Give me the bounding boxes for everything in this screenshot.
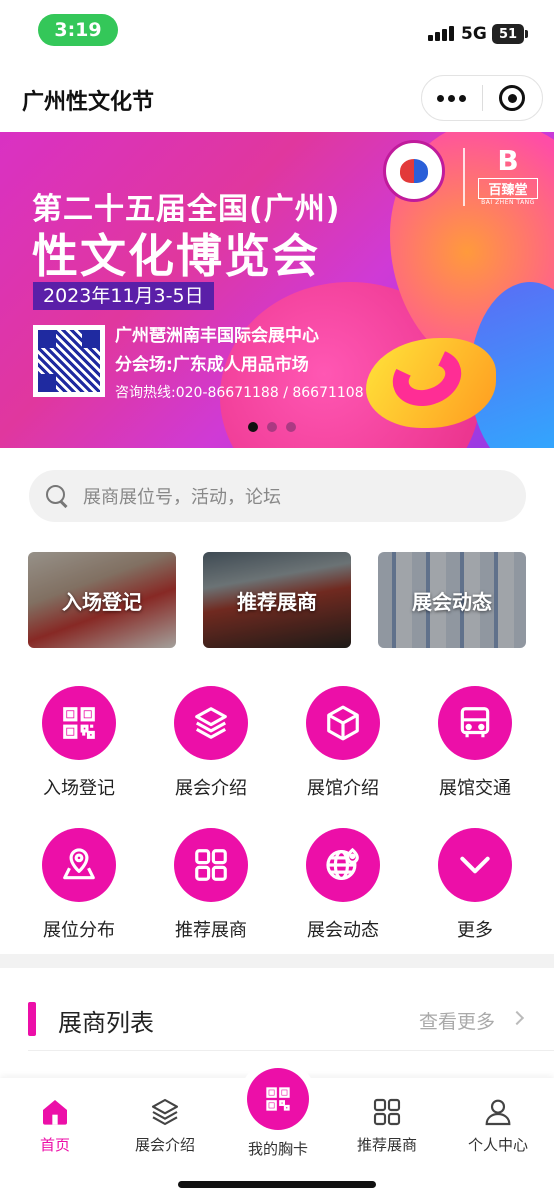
banner-branch-venue: 分会场:广东成人用品市场 [115,355,309,375]
grid-item-label: 展馆交通 [439,778,511,799]
grid-item-expo-intro[interactable]: 展会介绍 [151,686,271,800]
section-title: 展商列表 [58,1009,154,1037]
signal-icon [428,26,454,41]
festival-logo [383,140,445,202]
search-icon [45,484,69,508]
tab-home[interactable]: 首页 [0,1096,110,1155]
cube-icon [306,686,380,760]
grid-item-label: 更多 [457,920,493,941]
grid-item-label: 展会动态 [307,920,379,941]
grid-item-label: 展馆介绍 [307,778,379,799]
network-type: 5G [461,24,487,44]
status-time: 3:19 [38,14,118,46]
grid-item-label: 推荐展商 [175,920,247,941]
banner-venue: 广州琶洲南丰国际会展中心 [115,326,319,346]
quick-entry-registration[interactable]: 入场登记 [28,552,176,648]
tab-label: 我的胸卡 [247,1140,308,1158]
home-indicator [178,1181,376,1188]
tab-exhibitors[interactable]: 推荐展商 [332,1096,442,1155]
banner-qr-code [33,325,105,397]
globe-icon [306,828,380,902]
divider [28,1050,554,1051]
grid-item-label: 入场登记 [43,778,115,799]
search-input[interactable]: 展商展位号，活动，论坛 [83,483,281,509]
quick-entry-label: 展会动态 [412,589,492,614]
grid-item-venue-intro[interactable]: 展馆介绍 [283,686,403,800]
miniapp-capsule [421,75,543,121]
quick-entry-exhibitors[interactable]: 推荐展商 [203,552,351,648]
grid-icon [174,828,248,902]
carousel-dot[interactable] [267,422,277,432]
grid-item-exhibitors[interactable]: 推荐展商 [151,828,271,942]
home-icon [43,1100,67,1125]
carousel-indicator [248,422,296,432]
qr-code-icon [266,1087,290,1111]
layers-icon [174,686,248,760]
quick-entry-news[interactable]: 展会动态 [378,552,526,648]
layers-icon [151,1098,179,1126]
grid-item-label: 展会介绍 [175,778,247,799]
chevron-down-icon [438,828,512,902]
grid-item-registration[interactable]: 入场登记 [19,686,139,800]
tab-my-badge[interactable] [247,1068,309,1130]
carousel-dot[interactable] [286,422,296,432]
banner-hotline: 咨询热线:020-86671188 / 86671108 [115,385,364,401]
close-miniapp-icon[interactable] [482,85,542,111]
section-accent-bar [28,1002,36,1036]
search-bar[interactable]: 展商展位号，活动，论坛 [29,470,526,522]
grid-item-transport[interactable]: 展馆交通 [415,686,535,800]
quick-entry-label: 推荐展商 [237,589,317,614]
banner-title: 性文化博览会 [32,229,320,283]
grid-item-label: 展位分布 [43,920,115,941]
tab-label: 首页 [39,1136,70,1154]
tab-label: 展会介绍 [134,1136,195,1154]
bus-icon [438,686,512,760]
quick-entry-label: 入场登记 [62,589,142,614]
grid-item-booth-map[interactable]: 展位分布 [19,828,139,942]
view-more-link[interactable]: 查看更多 [419,1007,495,1034]
grid-item-more[interactable]: 更多 [415,828,535,942]
nav-bar: 广州性文化节 [0,66,554,132]
banner-date: 2023年11月3-5日 [33,282,214,310]
status-bar: 3:19 5G 51 [0,0,554,66]
qr-code-icon [42,686,116,760]
carousel-dot[interactable] [248,422,258,432]
more-options-icon[interactable] [422,94,482,102]
tab-expo-intro[interactable]: 展会介绍 [110,1096,220,1155]
tab-label: 个人中心 [467,1136,528,1154]
brand-logo: B 百臻堂 BAI ZHEN TANG [478,146,538,206]
logo-divider [463,148,465,206]
location-map-icon [42,828,116,902]
grid-icon [373,1098,401,1126]
user-icon [485,1099,511,1126]
page-title: 广州性文化节 [22,90,155,115]
tab-profile[interactable]: 个人中心 [443,1096,553,1155]
battery-icon: 51 [492,24,528,44]
grid-item-news[interactable]: 展会动态 [283,828,403,942]
tab-label: 推荐展商 [356,1136,417,1154]
